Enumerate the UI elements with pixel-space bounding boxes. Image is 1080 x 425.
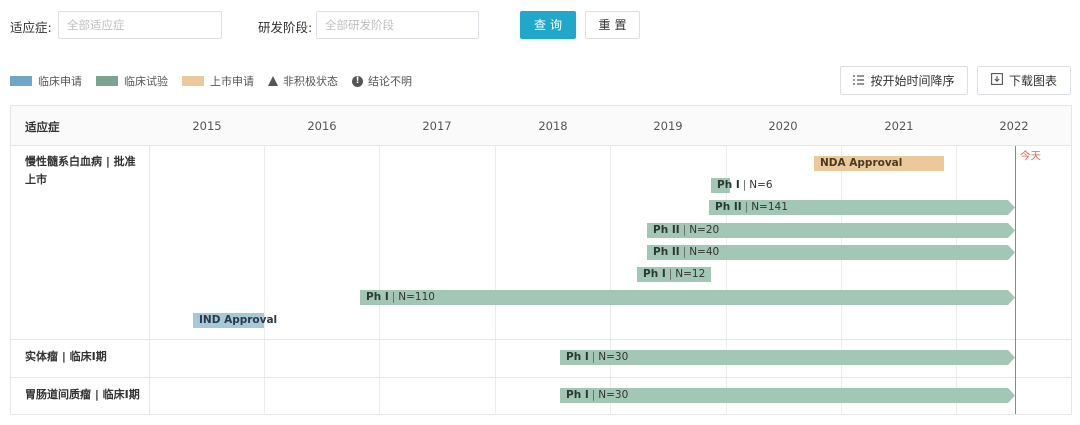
legend-item-clinical-application: 临床申请 [10,73,82,89]
bar-separator: | [744,201,749,213]
legend-label: 上市申请 [210,75,254,88]
trial-phase: Ph I [643,268,666,280]
year-gridline [495,106,496,414]
legend-label: 临床申请 [38,75,82,88]
bar-separator: | [591,351,596,363]
bar-label: NDA Approval [820,157,903,169]
legend-item-clinical-trial: 临床试验 [96,73,168,89]
indication-name[interactable]: 胃肠道间质瘤 | 临床I期 [25,386,143,404]
first-column-divider [149,106,150,414]
download-button-label: 下载图表 [1008,74,1057,88]
table-header: 适应症 2015 2016 2017 2018 2019 2020 2021 2… [11,106,1071,146]
trial-bar[interactable]: Ph I | N=6 [711,178,773,193]
stage-filter-input[interactable] [316,11,479,39]
search-button[interactable]: 查询 [520,11,576,39]
stage-filter-label: 研发阶段: [258,20,313,35]
year-label: 2017 [422,119,452,133]
trial-enrollment: N=30 [598,351,629,363]
year-gridline [264,106,265,414]
sort-list-icon [853,74,865,88]
bar-separator: | [591,389,596,401]
trial-enrollment: N=12 [675,268,706,280]
download-chart-icon [991,73,1003,88]
year-label: 2022 [999,119,1029,133]
year-gridline [726,106,727,414]
bar-label: IND Approval [199,314,278,326]
legend-swatch-marketing-application [182,76,204,86]
year-gridline [956,106,957,414]
bar-separator: | [682,224,687,236]
year-label: 2021 [884,119,914,133]
year-gridline [610,106,611,414]
trial-enrollment: N=6 [749,179,773,191]
sort-button[interactable]: 按开始时间降序 [840,66,968,95]
trial-phase: Ph II [653,246,680,258]
today-label: 今天 [1020,150,1041,162]
trial-bar[interactable]: Ph II | N=40 [647,245,1015,260]
legend-item-inactive: 非积极状态 [268,73,338,89]
trial-enrollment: N=20 [689,224,720,236]
year-gridline [841,106,842,414]
bar-separator: | [391,291,396,303]
trial-phase: Ph I [566,351,589,363]
indication-name[interactable]: 慢性髓系白血病 | 批准上市 [25,153,143,189]
trial-phase: Ph II [715,201,742,213]
legend-item-unclear: ! 结论不明 [352,73,412,89]
bar-separator: | [682,246,687,258]
year-label: 2019 [653,119,683,133]
year-label: 2016 [307,119,337,133]
trial-enrollment: N=141 [751,201,788,213]
pipeline-gantt-table: 适应症 2015 2016 2017 2018 2019 2020 2021 2… [10,105,1072,415]
download-chart-button[interactable]: 下载图表 [977,66,1071,95]
trial-phase: Ph II [653,224,680,236]
sort-button-label: 按开始时间降序 [870,74,955,88]
indication-filter-input[interactable] [58,11,222,39]
row-divider [11,377,1071,378]
trial-bar[interactable]: Ph I | N=110 [360,290,1015,305]
trial-bar[interactable]: Ph II | N=20 [647,223,1015,238]
indication-name[interactable]: 实体瘤 | 临床I期 [25,348,143,366]
today-marker-line [1015,146,1016,414]
alert-icon: ! [352,75,363,87]
year-label: 2020 [768,119,798,133]
trial-phase: Ph I [366,291,389,303]
bar-separator: | [668,268,673,280]
bar-separator: | [742,179,747,191]
trial-bar[interactable]: Ph I | N=30 [560,388,1015,403]
legend-label: 非积极状态 [283,75,338,88]
trial-phase: Ph I [717,179,740,191]
legend-label: 结论不明 [368,75,412,88]
year-gridline [379,106,380,414]
trial-enrollment: N=40 [689,246,720,258]
trial-enrollment: N=110 [398,291,435,303]
indication-filter-label: 适应症: [10,20,52,35]
legend-item-marketing-application: 上市申请 [182,73,254,89]
legend: 临床申请 临床试验 上市申请 非积极状态 ! 结论不明 [10,73,426,89]
trial-phase: Ph I [566,389,589,401]
trial-bar[interactable]: Ph I | N=30 [560,350,1015,365]
trial-enrollment: N=30 [598,389,629,401]
legend-label: 临床试验 [124,75,168,88]
legend-swatch-clinical-application [10,76,32,86]
trial-bar[interactable]: Ph II | N=141 [709,200,1015,215]
indication-column-header: 适应症 [25,120,60,134]
year-label: 2015 [192,119,222,133]
ind-approval-bar[interactable]: IND Approval [193,313,277,328]
trial-bar[interactable]: Ph I | N=12 [637,267,711,282]
year-label: 2018 [538,119,568,133]
triangle-icon [268,76,278,86]
legend-swatch-clinical-trial [96,76,118,86]
reset-button[interactable]: 重置 [585,11,640,39]
nda-approval-bar[interactable]: NDA Approval [814,156,944,171]
row-divider [11,339,1071,340]
